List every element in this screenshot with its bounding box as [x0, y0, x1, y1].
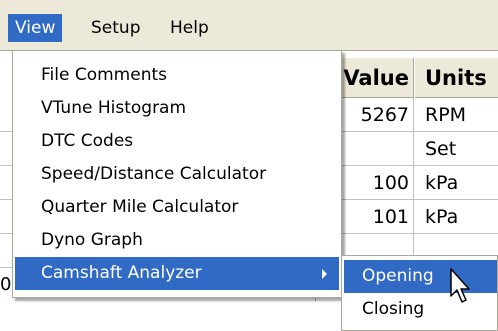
menu-item-camshaft-analyzer[interactable]: Camshaft Analyzer [15, 257, 339, 290]
menu-help[interactable]: Help [163, 14, 216, 42]
menu-item-vtune-histogram[interactable]: VTune Histogram [15, 92, 339, 125]
menu-item-camshaft-analyzer-label: Camshaft Analyzer [41, 263, 202, 283]
mouse-pointer-icon [450, 268, 470, 303]
column-header-units[interactable]: Units [415, 58, 498, 98]
menu-item-dtc-codes[interactable]: DTC Codes [15, 125, 339, 158]
menu-item-speed-distance-calculator[interactable]: Speed/Distance Calculator [15, 158, 339, 191]
view-menu-dropdown: File Comments VTune Histogram DTC Codes … [12, 50, 342, 298]
menu-bar: View Setup Help [0, 0, 498, 50]
submenu-item-opening[interactable]: Opening [344, 260, 497, 293]
table-cell-units: kPa [425, 172, 459, 194]
table-cell-units: RPM [425, 104, 467, 126]
menu-view[interactable]: View [8, 14, 63, 42]
menu-item-quarter-mile-calculator[interactable]: Quarter Mile Calculator [15, 191, 339, 224]
table-cell-units: kPa [425, 206, 459, 228]
menu-item-dyno-graph[interactable]: Dyno Graph [15, 224, 339, 257]
camshaft-analyzer-submenu: Opening Closing [341, 255, 498, 331]
submenu-arrow-icon [322, 269, 327, 279]
menu-setup[interactable]: Setup [84, 14, 147, 42]
submenu-item-closing[interactable]: Closing [344, 293, 497, 326]
table-cell-units: Set [425, 138, 457, 160]
menu-item-file-comments[interactable]: File Comments [15, 59, 339, 92]
